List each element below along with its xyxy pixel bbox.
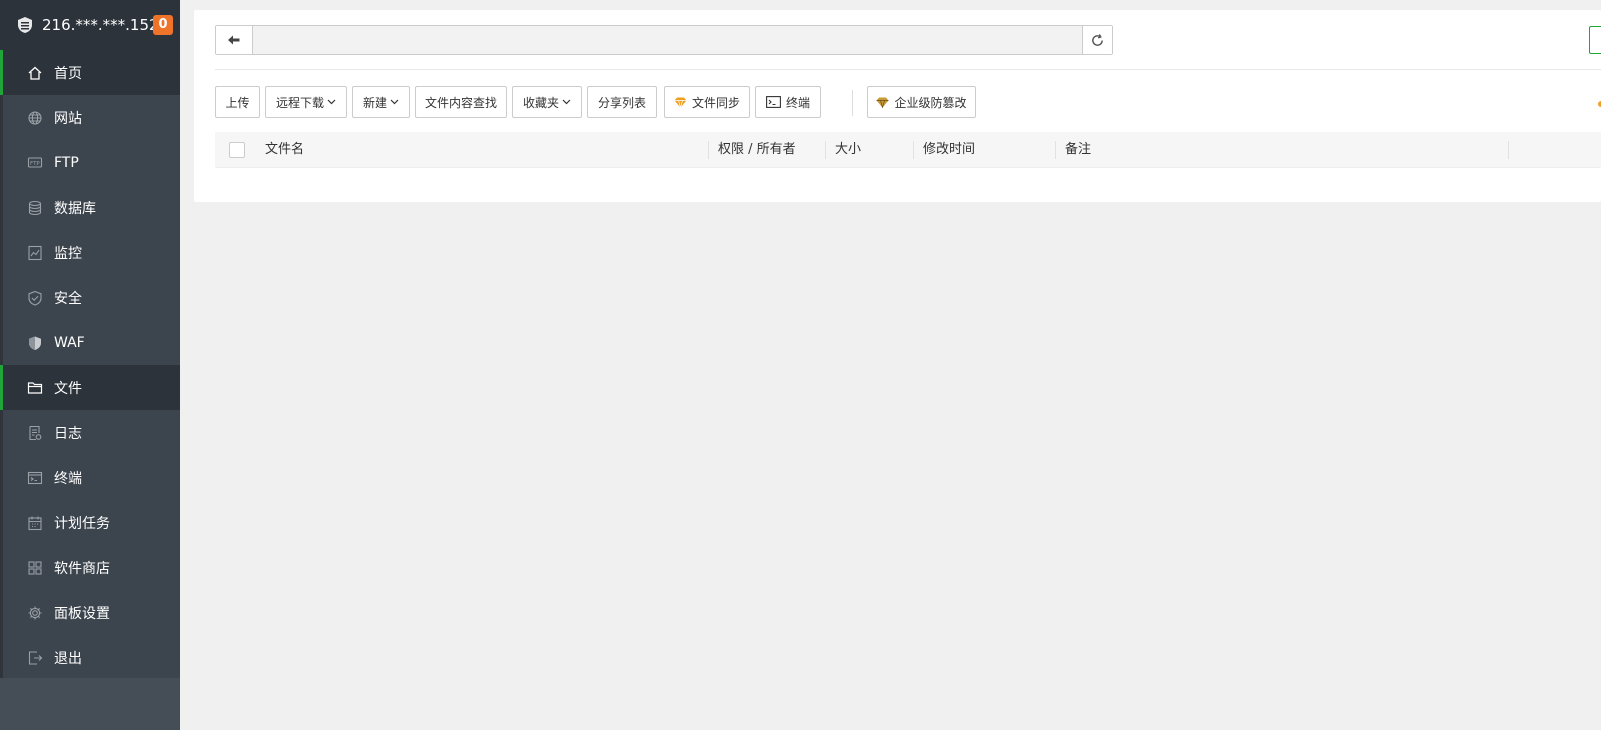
sidebar-item-ftp[interactable]: FTP FTP <box>0 140 180 185</box>
toolbar-separator <box>852 90 853 116</box>
column-permission-owner[interactable]: 权限 / 所有者 <box>718 132 796 168</box>
column-divider <box>708 141 709 159</box>
chevron-down-icon <box>390 99 399 105</box>
file-sync-label: 文件同步 <box>691 95 740 110</box>
server-header: 216.***.***.152 0 <box>0 0 180 50</box>
column-size[interactable]: 大小 <box>835 132 861 168</box>
chevron-down-icon <box>562 99 571 105</box>
divider <box>215 69 1601 70</box>
sidebar-item-terminal[interactable]: 终端 <box>0 455 180 500</box>
sidebar: 216.***.***.152 0 首页 网站 FTP FTP 数据库 监控 安… <box>0 0 180 730</box>
shield-check-icon <box>27 290 43 306</box>
select-all-checkbox[interactable] <box>229 142 245 158</box>
sidebar-item-logout[interactable]: 退出 <box>0 635 180 680</box>
share-list-button[interactable]: 分享列表 <box>587 86 657 118</box>
folder-icon <box>27 380 43 396</box>
sidebar-item-logs[interactable]: 日志 <box>0 410 180 455</box>
sidebar-item-label: FTP <box>54 154 79 171</box>
monitor-icon <box>27 245 43 261</box>
path-input[interactable] <box>253 26 1082 54</box>
favorites-button[interactable]: 收藏夹 <box>512 86 582 118</box>
sidebar-item-home[interactable]: 首页 <box>0 50 180 95</box>
diamond-icon <box>674 97 687 108</box>
column-modified-time[interactable]: 修改时间 <box>923 132 975 168</box>
remote-download-button[interactable]: 远程下载 <box>265 86 347 118</box>
gear-icon <box>27 605 43 621</box>
back-button[interactable] <box>216 26 253 54</box>
sidebar-item-files[interactable]: 文件 <box>0 365 180 410</box>
diamond-icon <box>876 97 889 108</box>
terminal-label: 终端 <box>785 95 810 110</box>
sidebar-item-label: 退出 <box>54 650 82 667</box>
content-search-label: 文件内容查找 <box>424 95 497 110</box>
sidebar-item-label: 计划任务 <box>54 515 110 532</box>
column-remarks[interactable]: 备注 <box>1065 132 1091 168</box>
server-logo-icon <box>18 17 32 33</box>
sidebar-item-label: 网站 <box>54 110 82 127</box>
server-ip: 216.***.***.152 <box>42 16 159 34</box>
remote-download-label: 远程下载 <box>275 95 324 110</box>
sidebar-item-database[interactable]: 数据库 <box>0 185 180 230</box>
file-sync-button[interactable]: 文件同步 <box>664 86 750 118</box>
terminal-icon <box>27 470 43 486</box>
right-action-button[interactable] <box>1589 26 1601 54</box>
new-label: 新建 <box>362 95 387 110</box>
content-search-button[interactable]: 文件内容查找 <box>415 86 507 118</box>
sidebar-item-settings[interactable]: 面板设置 <box>0 590 180 635</box>
file-table-header: 文件名 权限 / 所有者 大小 修改时间 备注 <box>215 132 1601 168</box>
refresh-button[interactable] <box>1082 26 1112 54</box>
globe-icon <box>27 110 43 126</box>
arrow-left-icon <box>228 35 240 45</box>
apps-icon <box>27 560 43 576</box>
share-list-label: 分享列表 <box>597 95 646 110</box>
column-divider <box>1055 141 1056 159</box>
sidebar-menu: 首页 网站 FTP FTP 数据库 监控 安全 WAF 文件 日志 终端 计划任… <box>0 50 180 680</box>
ftp-icon: FTP <box>27 155 43 171</box>
new-button[interactable]: 新建 <box>352 86 410 118</box>
svg-text:FTP: FTP <box>30 161 40 167</box>
home-icon <box>27 65 43 81</box>
calendar-icon <box>27 515 43 531</box>
path-bar <box>215 25 1113 55</box>
sidebar-item-store[interactable]: 软件商店 <box>0 545 180 590</box>
tamper-proof-label: 企业级防篡改 <box>894 95 967 110</box>
sidebar-item-label: 文件 <box>54 380 82 397</box>
tamper-proof-button[interactable]: 企业级防篡改 <box>867 86 976 118</box>
logout-icon <box>27 650 43 666</box>
log-icon <box>27 425 43 441</box>
sidebar-item-label: 首页 <box>54 65 82 82</box>
chevron-down-icon <box>327 99 336 105</box>
file-manager-panel: 上传 远程下载 新建 文件内容查找 收藏夹 分享列表 文件同步 终端 企业级防篡… <box>194 10 1601 202</box>
sidebar-item-security[interactable]: 安全 <box>0 275 180 320</box>
sidebar-item-label: WAF <box>54 334 85 351</box>
database-icon <box>27 200 43 216</box>
shield-icon <box>27 335 43 351</box>
column-filename[interactable]: 文件名 <box>265 132 304 168</box>
refresh-icon <box>1092 33 1103 46</box>
terminal-button[interactable]: 终端 <box>755 86 821 118</box>
sidebar-item-website[interactable]: 网站 <box>0 95 180 140</box>
sidebar-item-cron[interactable]: 计划任务 <box>0 500 180 545</box>
sidebar-item-label: 面板设置 <box>54 605 110 622</box>
sidebar-item-waf[interactable]: WAF <box>0 320 180 365</box>
notification-badge[interactable]: 0 <box>153 15 173 35</box>
sidebar-item-label: 日志 <box>54 425 82 442</box>
sidebar-item-label: 终端 <box>54 470 82 487</box>
upload-label: 上传 <box>225 95 250 110</box>
sidebar-item-monitor[interactable]: 监控 <box>0 230 180 275</box>
column-divider <box>1508 141 1509 159</box>
column-divider <box>825 141 826 159</box>
upload-button[interactable]: 上传 <box>215 86 260 118</box>
terminal-icon <box>766 96 781 108</box>
sidebar-item-label: 监控 <box>54 245 82 262</box>
sidebar-footer <box>0 678 180 730</box>
sidebar-item-label: 软件商店 <box>54 560 110 577</box>
sidebar-item-label: 安全 <box>54 290 82 307</box>
favorites-label: 收藏夹 <box>522 95 559 110</box>
column-divider <box>913 141 914 159</box>
sidebar-item-label: 数据库 <box>54 200 96 217</box>
